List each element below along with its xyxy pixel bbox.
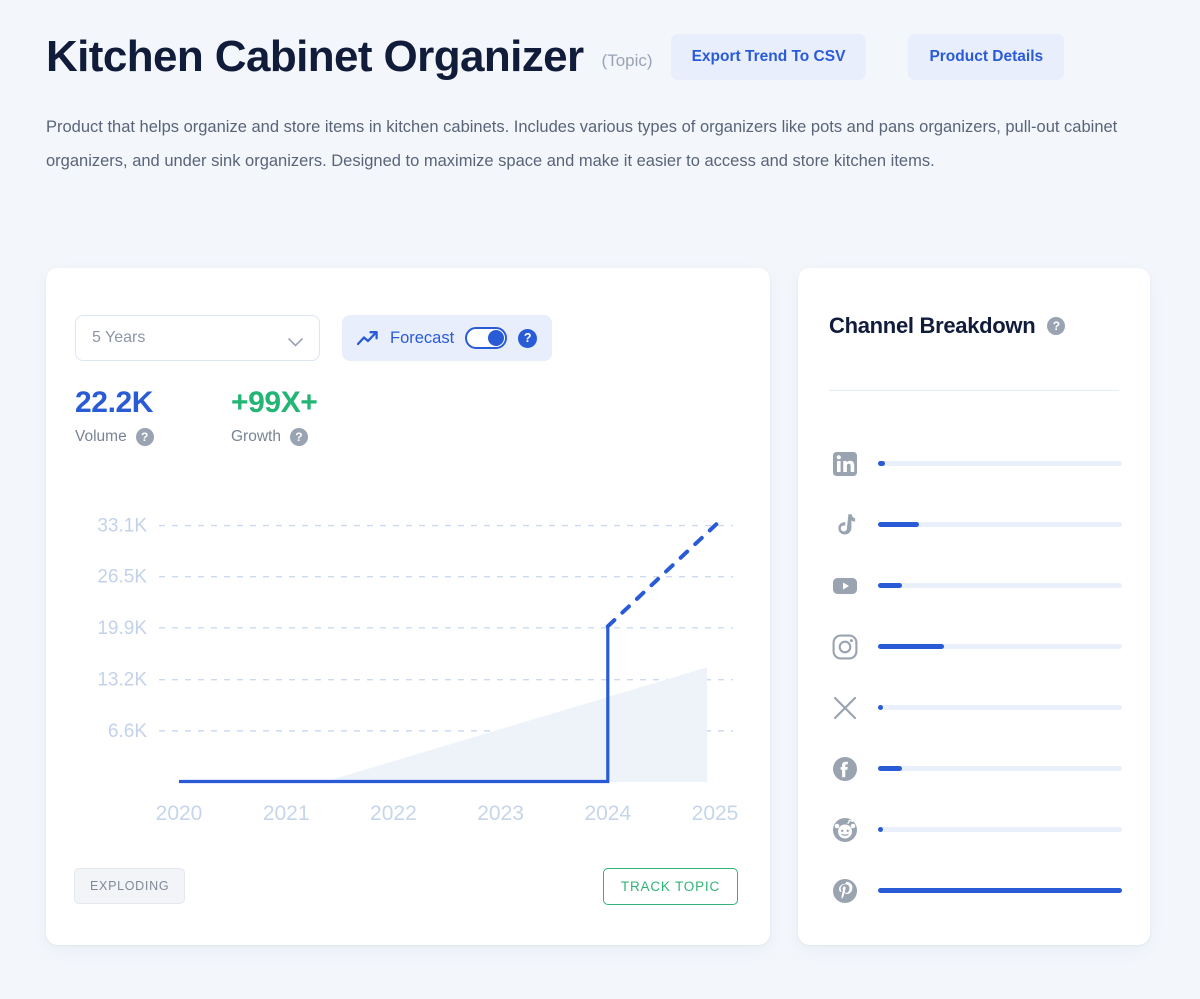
channel-row[interactable]: [826, 494, 1122, 555]
growth-value: +99X+: [231, 386, 318, 419]
instagram-icon: [826, 634, 864, 660]
svg-text:2022: 2022: [370, 802, 417, 825]
stat-growth: +99X+ Growth ?: [231, 386, 387, 446]
channel-bar-fill: [878, 522, 920, 527]
tiktok-icon: [826, 512, 864, 538]
page-header: Kitchen Cabinet Organizer (Topic) Export…: [46, 34, 1156, 178]
channel-list: [826, 433, 1122, 921]
facebook-icon: [826, 756, 864, 782]
time-range-value: 5 Years: [92, 329, 146, 346]
status-badge-exploding[interactable]: EXPLODING: [74, 868, 186, 904]
growth-help-icon[interactable]: ?: [289, 428, 308, 446]
channel-bar-track: [878, 827, 1122, 832]
channel-bar-track: [878, 583, 1122, 588]
toggle-knob: [488, 330, 505, 346]
volume-value: 22.2K: [75, 386, 154, 419]
trend-arrow-icon: [356, 330, 379, 346]
channel-bar-track: [878, 461, 1122, 466]
channel-bar-track: [878, 644, 1122, 649]
channel-bar-fill: [878, 644, 944, 649]
forecast-help-icon[interactable]: ?: [518, 328, 538, 348]
stat-group: 22.2K Volume ? +99X+ Growth ?: [75, 386, 387, 446]
volume-help-icon[interactable]: ?: [135, 428, 154, 446]
svg-text:33.1K: 33.1K: [97, 516, 147, 537]
trend-chart-svg: 6.6K 13.2K 19.9K 26.5K 33.1K 2020 2021 2022 2023…: [97, 516, 739, 825]
channel-bar-track: [878, 705, 1122, 710]
svg-text:6.6K: 6.6K: [108, 721, 147, 742]
channel-row[interactable]: [826, 616, 1122, 677]
time-range-select[interactable]: 5 Years: [75, 315, 320, 361]
x-icon: [826, 695, 864, 721]
channel-row[interactable]: [826, 433, 1122, 494]
channel-row[interactable]: [826, 799, 1122, 860]
chevron-down-icon: [288, 334, 303, 347]
forecast-toggle-switch[interactable]: [465, 327, 508, 349]
track-topic-button[interactable]: TRACK TOPIC: [602, 868, 738, 905]
channel-bar-fill: [878, 461, 886, 466]
svg-text:19.9K: 19.9K: [97, 618, 147, 639]
export-trend-csv-button[interactable]: Export Trend To CSV: [670, 34, 867, 80]
svg-text:2020: 2020: [156, 802, 203, 825]
reddit-icon: [826, 817, 864, 843]
channel-row[interactable]: [826, 860, 1122, 921]
stat-volume: 22.2K Volume ?: [75, 386, 231, 446]
channel-bar-fill: [878, 583, 903, 588]
forecast-label: Forecast: [390, 328, 455, 347]
channel-bar-track: [878, 766, 1122, 771]
pinterest-icon: [826, 878, 864, 904]
channel-bar-fill: [878, 827, 883, 832]
svg-text:2025: 2025: [692, 802, 739, 825]
forecast-toggle-group[interactable]: Forecast ?: [342, 315, 553, 361]
channel-row[interactable]: [826, 677, 1122, 738]
chart-controls: 5 Years Forecast ?: [75, 315, 553, 361]
svg-text:2021: 2021: [263, 802, 310, 825]
channel-bar-fill: [878, 766, 903, 771]
channel-bar-track: [878, 888, 1122, 893]
channel-bar-fill: [878, 888, 1122, 893]
topic-description: Product that helps organize and store it…: [46, 118, 1118, 170]
page-root: Kitchen Cabinet Organizer (Topic) Export…: [0, 0, 1200, 999]
linkedin-icon: [826, 451, 864, 477]
svg-text:2023: 2023: [477, 802, 524, 825]
growth-label: Growth: [231, 428, 281, 445]
channel-row[interactable]: [826, 738, 1122, 799]
topic-type-label: (Topic): [601, 51, 653, 70]
title-row: Kitchen Cabinet Organizer (Topic) Export…: [46, 34, 1156, 80]
channel-bar-track: [878, 522, 1122, 527]
svg-text:26.5K: 26.5K: [97, 567, 147, 588]
svg-text:2024: 2024: [584, 802, 631, 825]
channel-breakdown-title: Channel Breakdown: [829, 313, 1036, 338]
product-details-button[interactable]: Product Details: [908, 34, 1065, 80]
trend-chart[interactable]: 6.6K 13.2K 19.9K 26.5K 33.1K 2020 2021 2022 2023…: [75, 490, 741, 830]
page-title: Kitchen Cabinet Organizer: [46, 32, 584, 81]
volume-label-row: Volume ?: [75, 428, 231, 446]
volume-label: Volume: [75, 428, 127, 445]
channel-breakdown-title-row: Channel Breakdown ?: [829, 313, 1066, 339]
channel-breakdown-card: Channel Breakdown ?: [798, 268, 1150, 945]
channel-bar-fill: [878, 705, 883, 710]
channel-breakdown-help-icon[interactable]: ?: [1047, 317, 1066, 335]
svg-text:13.2K: 13.2K: [97, 670, 147, 691]
channel-row[interactable]: [826, 555, 1122, 616]
divider: [829, 390, 1119, 391]
youtube-icon: [826, 573, 864, 599]
trend-card: 5 Years Forecast ? 22.2K Volume ? +99X+ …: [46, 268, 770, 945]
growth-label-row: Growth ?: [231, 428, 387, 446]
